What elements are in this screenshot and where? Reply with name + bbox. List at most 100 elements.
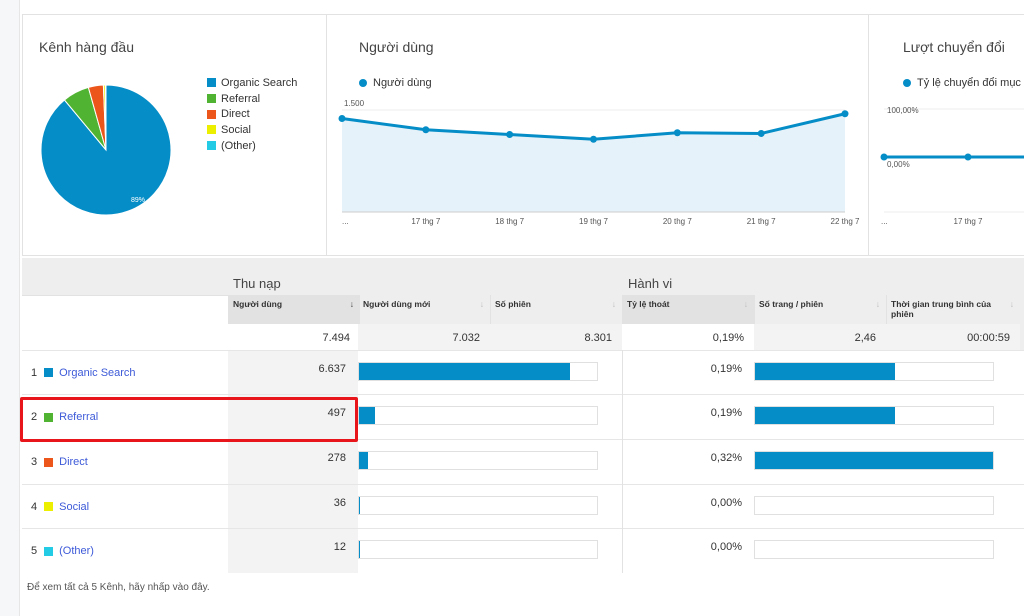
data-point[interactable] [841, 110, 849, 118]
behavior-bar [754, 451, 994, 470]
sort-arrow-icon[interactable]: ↓ [480, 299, 484, 309]
x-tick-label: 20 thg 7 [663, 217, 692, 226]
users-line-chart[interactable]: 5001.0001.500...17 thg 718 thg 719 thg 7… [327, 15, 868, 255]
channel-cell: 3 Direct [22, 440, 228, 484]
legend-item[interactable]: Social [207, 122, 297, 138]
legend-label: (Other) [221, 139, 256, 152]
row-rank: 5 [31, 545, 38, 557]
channel-color-icon [44, 546, 54, 556]
sort-arrow-icon[interactable]: ↓ [612, 299, 616, 309]
group-behavior: Hành vi [628, 276, 673, 291]
row-rank: 4 [31, 500, 38, 513]
legend-item[interactable]: Direct [207, 106, 297, 122]
x-tick-label: ... [881, 217, 888, 226]
column-label: Người dùng mới [363, 299, 431, 309]
total-value: 8.301 [490, 324, 622, 350]
legend-label: Social [221, 123, 251, 136]
divider [622, 350, 623, 573]
column-label: Người dùng [233, 299, 283, 309]
users-value: 278 [228, 440, 358, 484]
users-value: 12 [228, 529, 358, 573]
x-tick-label: 18 thg 7 [495, 217, 524, 226]
header-spacer [22, 295, 228, 350]
bounce-rate-value: 0,32% [622, 440, 754, 484]
conversions-line-chart[interactable]: 100,00% 0,00%... 17 thg 7 [869, 15, 1024, 255]
legend-item[interactable]: (Other) [207, 138, 297, 154]
users-bar-fill [359, 407, 375, 424]
top-channels-panel: Kênh hàng đầu 89% Organic Search Referral… [22, 14, 327, 256]
behavior-bar [754, 540, 994, 559]
users-panel: Người dùng Người dùng 5001.0001.500...17… [326, 14, 869, 256]
x-tick-label: 22 thg 7 [831, 217, 860, 226]
channel-color-icon [44, 457, 54, 467]
legend-item[interactable]: Referral [207, 91, 297, 107]
users-value: 6.637 [228, 351, 358, 394]
table-row: 3 Direct 278 0,32% [22, 439, 1024, 484]
table-row: 1 Organic Search 6.637 0,19% [22, 350, 1024, 394]
data-point[interactable] [422, 126, 430, 134]
behavior-bar-fill [755, 452, 993, 469]
sort-arrow-icon[interactable]: ↓ [744, 299, 748, 309]
data-point[interactable] [673, 129, 681, 137]
users-bar [358, 540, 598, 559]
channel-cell: 1 Organic Search [22, 351, 228, 394]
data-point[interactable] [757, 129, 765, 137]
table-row: 4 Social 36 0,00% [22, 484, 1024, 528]
channel-cell: 5 (Other) [22, 529, 228, 573]
column-label: Số trang / phiên [759, 299, 824, 309]
top-channels-title: Kênh hàng đầu [39, 39, 134, 55]
pie-legend: Organic Search Referral Direct Social (Other… [207, 75, 297, 153]
sort-arrow-icon[interactable]: ↓ [350, 299, 354, 309]
y-tick-label: 100,00% [887, 106, 919, 115]
legend-swatch-icon [207, 125, 216, 135]
data-point[interactable] [964, 153, 972, 161]
channel-link[interactable]: Organic Search [59, 367, 135, 379]
users-bar [358, 406, 598, 425]
y-tick-label: 0,00% [887, 160, 910, 169]
bounce-rate-value: 0,19% [622, 395, 754, 439]
total-value: 2,46 [754, 324, 886, 350]
channel-link[interactable]: Social [59, 501, 89, 513]
bounce-rate-value: 0,00% [622, 529, 754, 573]
behavior-bar [754, 406, 994, 425]
channel-color-icon [44, 502, 54, 511]
users-bar-fill [359, 497, 361, 514]
legend-label: Organic Search [221, 76, 298, 89]
data-point[interactable] [506, 130, 514, 138]
legend-swatch-icon [207, 94, 216, 104]
data-point[interactable] [590, 135, 597, 143]
total-value: 7.032 [358, 324, 490, 350]
x-tick-label: 17 thg 7 [954, 217, 983, 226]
total-value: 00:00:59 [886, 324, 1020, 350]
column-label: Số phiên [495, 299, 531, 309]
legend-label: Referral [221, 92, 261, 105]
pie-slice-label: 89% [131, 197, 145, 204]
pie-slice-other[interactable] [104, 84, 107, 151]
data-point[interactable] [880, 153, 888, 161]
data-point[interactable] [338, 115, 346, 122]
channel-link[interactable]: Direct [59, 456, 88, 468]
channel-link[interactable]: (Other) [59, 545, 94, 557]
users-bar-fill [359, 363, 570, 380]
conversions-panel: Lượt chuyển đổi Tỷ lệ chuyển đổi mục t 1… [868, 14, 1024, 256]
view-all-link[interactable]: Để xem tất cả 5 Kênh, hãy nhấp vào đây. [27, 582, 210, 593]
group-acquisition: Thu nạp [233, 276, 281, 291]
column-label: Thời gian trung bình của phiên [891, 299, 992, 319]
x-tick-label: 17 thg 7 [411, 217, 440, 226]
total-value: 7.494 [228, 324, 360, 350]
left-strip [0, 0, 20, 616]
sort-arrow-icon[interactable]: ↓ [1010, 299, 1014, 309]
behavior-bar [754, 362, 994, 381]
sort-arrow-icon[interactable]: ↓ [876, 299, 880, 309]
users-bar [358, 451, 598, 470]
x-tick-label: 21 thg 7 [747, 217, 776, 226]
bounce-rate-value: 0,19% [622, 351, 754, 394]
y-tick-label: 1.500 [344, 99, 365, 108]
pie-chart[interactable]: 89% [31, 75, 181, 225]
users-bar [358, 496, 598, 515]
legend-item[interactable]: Organic Search [207, 75, 297, 91]
users-value: 36 [228, 485, 358, 528]
behavior-bar-fill [755, 407, 896, 424]
x-tick-label: 19 thg 7 [579, 217, 608, 226]
users-bar [358, 362, 598, 381]
